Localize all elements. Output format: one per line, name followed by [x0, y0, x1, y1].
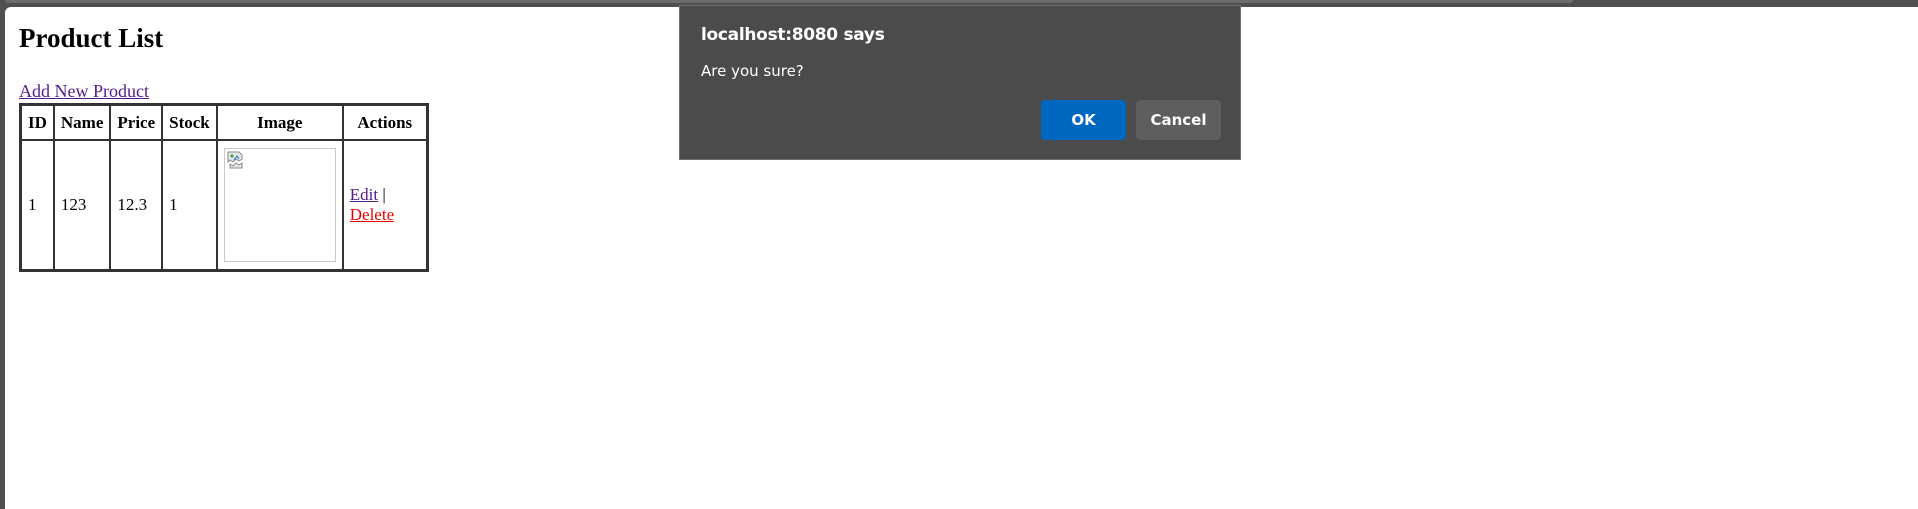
column-header-name: Name [53, 105, 111, 140]
page-title: Product List [19, 23, 164, 53]
product-table: ID Name Price Stock Image Actions 1 123 … [19, 103, 429, 272]
edit-link[interactable]: Edit [350, 185, 378, 204]
ok-button[interactable]: OK [1041, 100, 1126, 140]
product-image [223, 148, 336, 262]
cell-actions: Edit | Delete [342, 140, 427, 270]
cell-id: 1 [21, 140, 54, 270]
cell-price: 12.3 [110, 140, 163, 270]
broken-image-icon [227, 151, 243, 169]
cell-stock: 1 [162, 140, 217, 270]
page-content: Product List Add New Product ID Name Pri… [19, 7, 429, 272]
delete-link[interactable]: Delete [350, 205, 394, 224]
cell-name: 123 [53, 140, 111, 270]
browser-window: Product List Add New Product ID Name Pri… [0, 0, 1918, 509]
dialog-title: localhost:8080 says [701, 25, 885, 45]
confirm-dialog: localhost:8080 says Are you sure? OK Can… [679, 5, 1241, 160]
column-header-price: Price [110, 105, 163, 140]
cell-image [216, 140, 343, 270]
add-new-product-link[interactable]: Add New Product [19, 81, 149, 102]
column-header-actions: Actions [342, 105, 427, 140]
column-header-id: ID [21, 105, 54, 140]
toolbar-edge-highlight [5, 0, 1573, 3]
action-separator: | [382, 185, 386, 204]
column-header-stock: Stock [162, 105, 217, 140]
cancel-button[interactable]: Cancel [1136, 100, 1221, 140]
dialog-message: Are you sure? [701, 62, 804, 80]
table-header-row: ID Name Price Stock Image Actions [21, 105, 427, 140]
column-header-image: Image [216, 105, 343, 140]
table-row: 1 123 12.3 1 Edit | Delete [21, 140, 427, 270]
